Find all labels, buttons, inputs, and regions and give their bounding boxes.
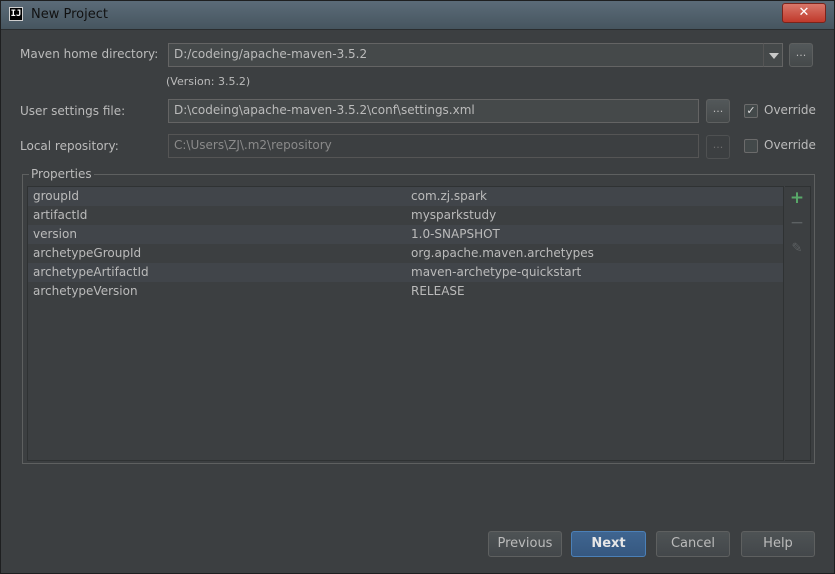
table-row[interactable]: groupId com.zj.spark xyxy=(28,187,783,206)
cancel-button[interactable]: Cancel xyxy=(656,531,730,557)
close-button[interactable]: ✕ xyxy=(782,3,826,23)
user-settings-override-checkbox[interactable]: ✓ xyxy=(744,104,758,118)
local-repository-browse-button[interactable]: ... xyxy=(706,135,730,159)
maven-home-label: Maven home directory: xyxy=(20,47,159,61)
add-icon[interactable]: + xyxy=(785,189,809,208)
property-key: archetypeVersion xyxy=(33,284,138,298)
property-key: archetypeGroupId xyxy=(33,246,142,260)
local-repository-override-checkbox[interactable] xyxy=(744,139,758,153)
window-title: New Project xyxy=(31,7,108,22)
user-settings-browse-button[interactable]: ... xyxy=(706,99,730,123)
table-row[interactable]: archetypeVersion RELEASE xyxy=(28,282,783,301)
user-settings-field[interactable]: D:\codeing\apache-maven-3.5.2\conf\setti… xyxy=(168,99,699,123)
table-row[interactable]: archetypeArtifactId maven-archetype-quic… xyxy=(28,263,783,282)
properties-toolbar: + − ✎ xyxy=(785,186,811,461)
maven-version-text: (Version: 3.5.2) xyxy=(166,75,251,88)
property-key: archetypeArtifactId xyxy=(33,265,149,279)
maven-home-browse-button[interactable]: ... xyxy=(789,43,813,67)
new-project-dialog: IJ New Project ✕ Maven home directory: D… xyxy=(0,0,835,574)
property-value: mysparkstudy xyxy=(411,208,497,222)
remove-icon[interactable]: − xyxy=(785,214,809,233)
intellij-app-icon: IJ xyxy=(9,7,23,21)
properties-group-title: Properties xyxy=(29,167,94,181)
help-button[interactable]: Help xyxy=(741,531,815,557)
chevron-down-icon xyxy=(769,53,779,59)
property-key: artifactId xyxy=(33,208,88,222)
property-value: org.apache.maven.archetypes xyxy=(411,246,594,260)
property-value: 1.0-SNAPSHOT xyxy=(411,227,500,241)
table-row[interactable]: archetypeGroupId org.apache.maven.archet… xyxy=(28,244,783,263)
user-settings-override-label: Override xyxy=(764,103,816,117)
local-repository-label: Local repository: xyxy=(20,139,119,153)
next-button[interactable]: Next xyxy=(571,531,646,557)
property-key: groupId xyxy=(33,189,80,203)
table-row[interactable]: version 1.0-SNAPSHOT xyxy=(28,225,783,244)
properties-table: groupId com.zj.spark artifactId mysparks… xyxy=(27,186,784,461)
local-repository-field[interactable]: C:\Users\ZJ\.m2\repository xyxy=(168,134,699,158)
property-value: com.zj.spark xyxy=(411,189,487,203)
property-key: version xyxy=(33,227,77,241)
local-repository-override-label: Override xyxy=(764,138,816,152)
property-value: maven-archetype-quickstart xyxy=(411,265,582,279)
property-value: RELEASE xyxy=(411,284,465,298)
previous-button[interactable]: Previous xyxy=(488,531,562,557)
maven-home-combobox[interactable]: D:/codeing/apache-maven-3.5.2 xyxy=(168,43,764,67)
title-bar[interactable]: IJ New Project ✕ xyxy=(1,1,834,30)
user-settings-label: User settings file: xyxy=(20,104,126,118)
maven-home-dropdown-button[interactable] xyxy=(763,43,783,67)
table-row[interactable]: artifactId mysparkstudy xyxy=(28,206,783,225)
edit-icon[interactable]: ✎ xyxy=(785,239,809,258)
